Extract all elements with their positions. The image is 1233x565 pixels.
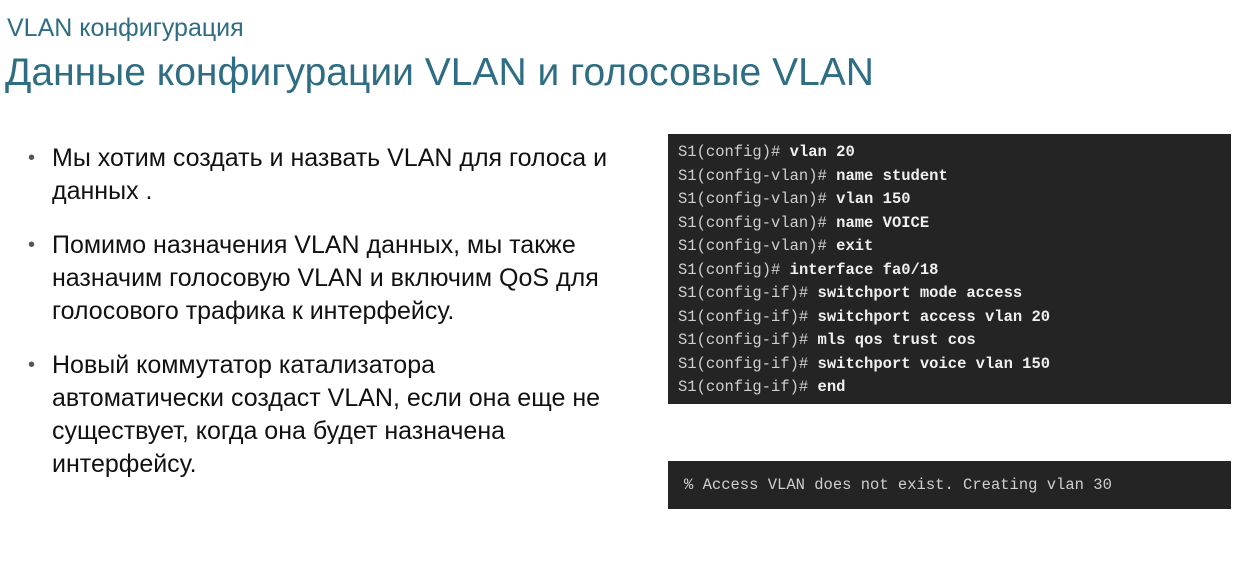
terminal-line: S1(config-if)# switchport access vlan 20 xyxy=(678,306,1231,330)
terminal-prompt: S1(config-if)# xyxy=(678,307,809,326)
terminal-prompt: S1(config-vlan)# xyxy=(678,166,827,185)
terminal-line: S1(config)# vlan 20 xyxy=(678,141,1231,165)
terminal-line: S1(config-vlan)# vlan 150 xyxy=(678,188,1231,212)
terminal-command: vlan 150 xyxy=(836,190,911,208)
terminal-command: name student xyxy=(836,166,948,185)
terminal-command: end xyxy=(817,378,846,396)
terminal-prompt: S1(config-if)# xyxy=(678,378,809,396)
terminal-prompt: S1(config-if)# xyxy=(678,331,809,349)
bullet-dot-icon: • xyxy=(28,234,36,256)
terminal-prompt: S1(config-vlan)# xyxy=(678,237,827,255)
terminal-line: S1(config-if)# switchport mode access xyxy=(678,282,1231,306)
slide-title: Данные конфигурации VLAN и голосовые VLA… xyxy=(5,51,874,94)
terminal-command: exit xyxy=(836,237,874,255)
bullet-list: • Мы хотим создать и назвать VLAN для го… xyxy=(28,142,608,502)
message-terminal: % Access VLAN does not exist. Creating v… xyxy=(668,461,1231,509)
terminal-prompt: S1(config-vlan)# xyxy=(678,190,827,208)
terminal-prompt: S1(config-if)# xyxy=(678,284,809,302)
terminal-prompt: S1(config-if)# xyxy=(678,354,809,373)
terminal-command: mls qos trust cos xyxy=(817,331,976,349)
bullet-item: • Мы хотим создать и назвать VLAN для го… xyxy=(28,142,608,208)
terminal-prompt: S1(config)# xyxy=(678,260,781,279)
terminal-line: S1(config-vlan)# name VOICE xyxy=(678,212,1231,236)
terminal-command: interface fa0/18 xyxy=(789,260,939,279)
terminal-command: switchport voice vlan 150 xyxy=(817,354,1051,373)
terminal-line: S1(config-vlan)# exit xyxy=(678,235,1231,259)
terminal-line: S1(config-if)# end xyxy=(678,376,1231,400)
slide-subtitle: VLAN конфигурация xyxy=(7,14,244,42)
bullet-text: Мы хотим создать и назвать VLAN для голо… xyxy=(52,144,608,205)
terminal-line: S1(config-if)# mls qos trust cos xyxy=(678,329,1231,353)
terminal-line: S1(config)# interface fa0/18 xyxy=(678,259,1231,283)
terminal-command: switchport access vlan 20 xyxy=(817,307,1051,326)
terminal-message: % Access VLAN does not exist. Creating v… xyxy=(684,476,1112,494)
bullet-dot-icon: • xyxy=(28,354,36,376)
terminal-command: switchport mode access xyxy=(817,284,1023,302)
bullet-dot-icon: • xyxy=(28,147,36,169)
terminal-line: S1(config-if)# switchport voice vlan 150 xyxy=(678,353,1231,377)
bullet-text: Помимо назначения VLAN данных, мы также … xyxy=(52,231,599,325)
bullet-item: • Новый коммутатор катализатора автомати… xyxy=(28,349,608,481)
bullet-item: • Помимо назначения VLAN данных, мы такж… xyxy=(28,229,608,328)
terminal-command: vlan 20 xyxy=(789,143,855,161)
terminal-command: name VOICE xyxy=(836,213,930,232)
terminal-prompt: S1(config-vlan)# xyxy=(678,213,827,232)
terminal-prompt: S1(config)# xyxy=(678,143,781,161)
terminal-line: S1(config-vlan)# name student xyxy=(678,165,1231,189)
terminal-lines: S1(config)# vlan 20 S1(config-vlan)# nam… xyxy=(668,134,1231,400)
config-terminal: S1(config)# vlan 20 S1(config-vlan)# nam… xyxy=(668,134,1231,404)
bullet-text: Новый коммутатор катализатора автоматиче… xyxy=(52,351,601,478)
